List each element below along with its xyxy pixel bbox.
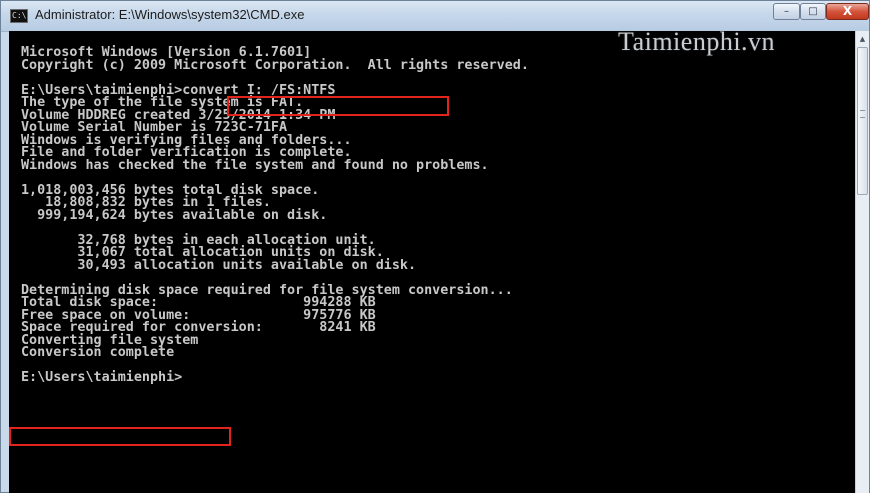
- window-title: Administrator: E:\Windows\system32\CMD.e…: [35, 7, 305, 22]
- minimize-button[interactable]: –: [773, 3, 800, 20]
- grip-icon: [860, 110, 865, 118]
- console-text: Microsoft Windows [Version 6.1.7601] Cop…: [21, 46, 529, 385]
- title-bar[interactable]: C:\ Administrator: E:\Windows\system32\C…: [1, 1, 869, 32]
- console-output[interactable]: Microsoft Windows [Version 6.1.7601] Cop…: [9, 31, 855, 493]
- close-button[interactable]: X: [826, 3, 869, 20]
- scroll-up-arrow-icon[interactable]: ▲: [856, 33, 869, 45]
- cmd-window: C:\ Administrator: E:\Windows\system32\C…: [0, 0, 870, 493]
- cmd-console-icon[interactable]: C:\: [10, 9, 28, 23]
- scrollbar-thumb[interactable]: [857, 47, 868, 195]
- completion-highlight-box: [9, 427, 231, 446]
- console-line: 30,493 allocation units available on dis…: [21, 257, 417, 273]
- command-prompt-line: E:\Users\taimienphi>: [21, 370, 183, 385]
- vertical-scrollbar[interactable]: ▲: [855, 31, 869, 493]
- console-line: 999,194,624 bytes available on disk.: [21, 207, 328, 223]
- console-line: Copyright (c) 2009 Microsoft Corporation…: [21, 57, 529, 73]
- console-line: Windows has checked the file system and …: [21, 157, 489, 173]
- maximize-button[interactable]: □: [800, 3, 826, 20]
- conversion-complete-line: Conversion complete: [21, 345, 175, 360]
